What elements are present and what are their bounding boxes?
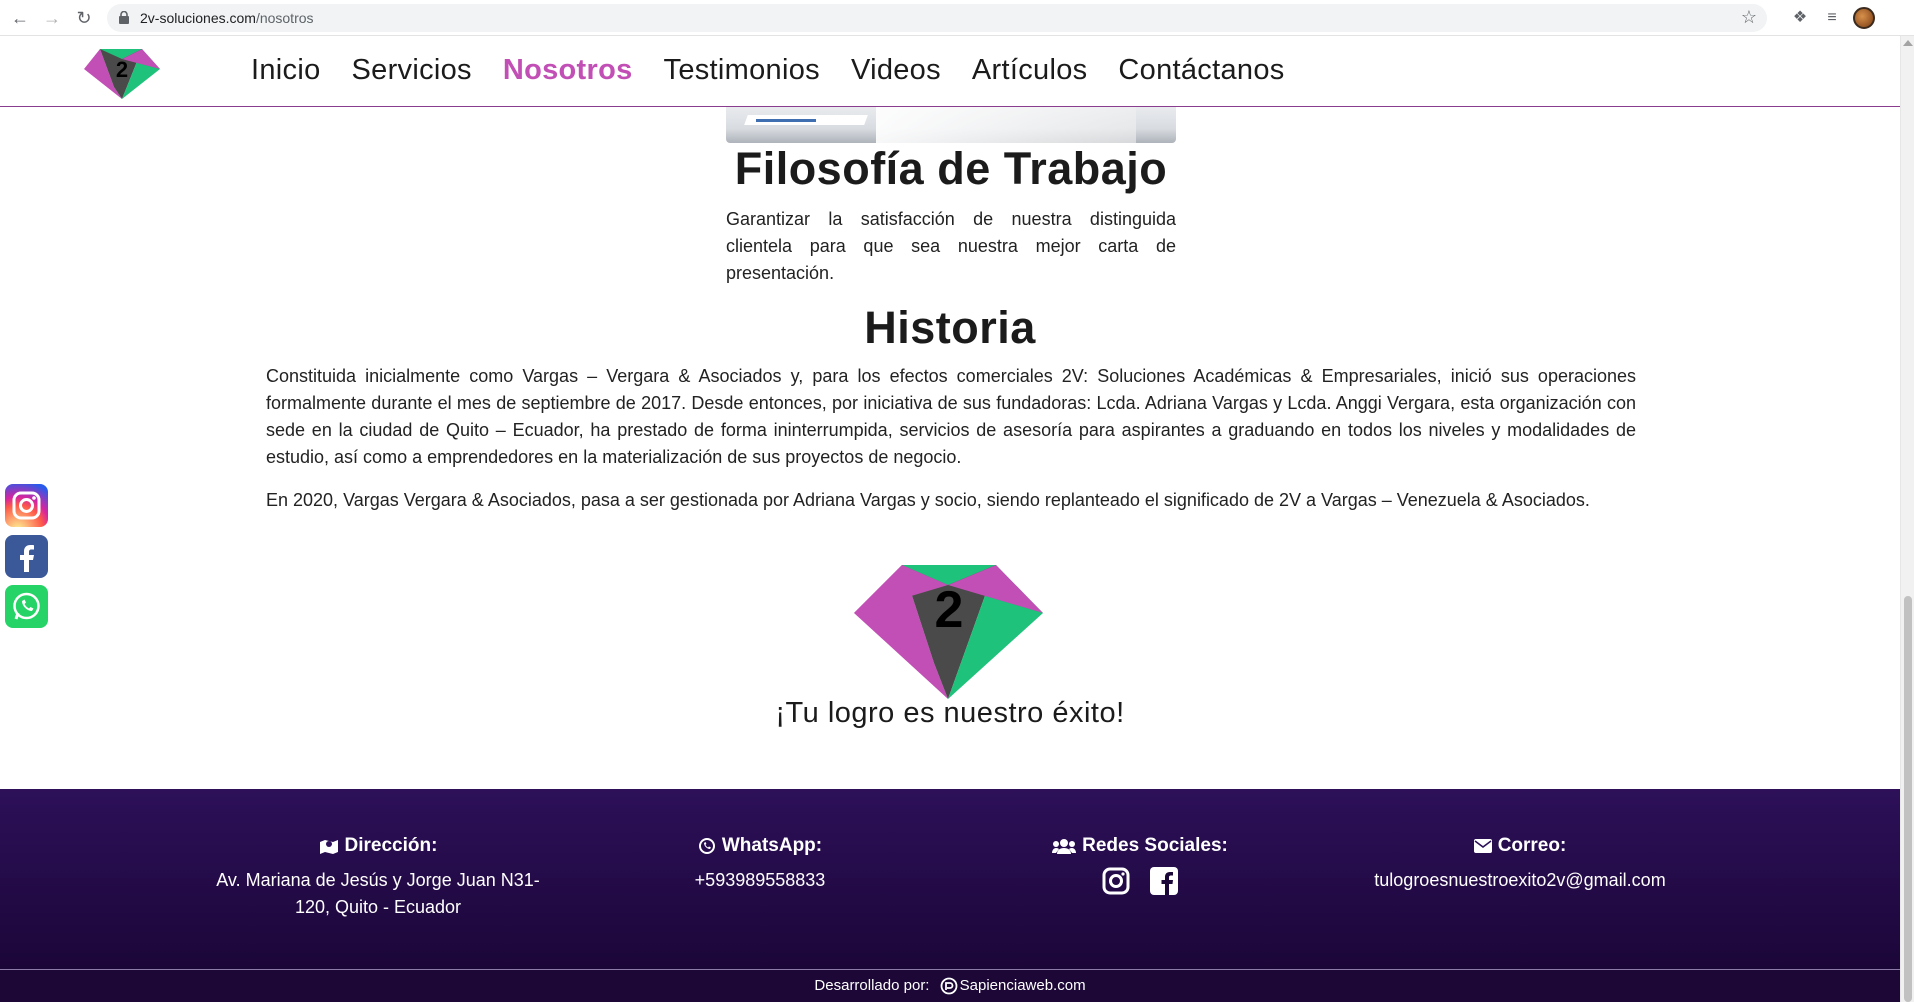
profile-avatar[interactable] xyxy=(1853,7,1875,29)
site-header: 2 Inicio Servicios Nosotros Testimonios … xyxy=(0,36,1900,107)
nav-inicio[interactable]: Inicio xyxy=(251,54,321,87)
brand-logo: 2 xyxy=(854,565,1043,699)
historia-paragraph-1: Constituida inicialmente como Vargas – V… xyxy=(266,366,1636,467)
site-footer: Dirección: Av. Mariana de Jesús y Jorge … xyxy=(0,789,1900,969)
map-icon xyxy=(319,840,338,854)
nav-articulos[interactable]: Artículos xyxy=(972,54,1088,87)
forward-arrow-icon[interactable]: → xyxy=(40,6,64,30)
nav-nosotros[interactable]: Nosotros xyxy=(503,54,633,87)
address-bar[interactable]: 2v-soluciones.com/nosotros ☆ xyxy=(107,4,1767,32)
nav-contactanos[interactable]: Contáctanos xyxy=(1118,54,1284,87)
whatsapp-number[interactable]: +593989558833 xyxy=(660,867,860,894)
nav-videos[interactable]: Videos xyxy=(851,54,941,87)
main-navigation: Inicio Servicios Nosotros Testimonios Vi… xyxy=(251,54,1316,87)
developed-by-label: Desarrollado por: xyxy=(814,977,930,994)
url-text: 2v-soluciones.com/nosotros xyxy=(140,10,314,26)
footer-redes: Redes Sociales: xyxy=(1030,835,1250,895)
historia-paragraph-2: En 2020, Vargas Vergara & Asociados, pas… xyxy=(266,490,1590,510)
historia-heading: Historia xyxy=(864,302,1036,353)
scrollbar-thumb[interactable] xyxy=(1904,596,1912,1002)
lock-icon xyxy=(119,11,129,24)
svg-text:2: 2 xyxy=(116,57,128,82)
reading-list-icon[interactable]: ≡ xyxy=(1820,6,1844,30)
correo-value[interactable]: tulogroesnuestroexito2v@gmail.com xyxy=(1340,867,1700,894)
filosofia-text: Garantizar la satisfacción de nuestra di… xyxy=(726,209,1176,283)
facebook-icon[interactable] xyxy=(5,535,48,578)
svg-text:2: 2 xyxy=(935,581,964,639)
footer-direccion: Dirección: Av. Mariana de Jesús y Jorge … xyxy=(206,835,550,921)
envelope-icon xyxy=(1473,839,1492,853)
whatsapp-icon[interactable] xyxy=(5,585,48,628)
sapienciaweb-logo-icon xyxy=(940,977,958,995)
footer-whatsapp: WhatsApp: +593989558833 xyxy=(660,835,860,894)
office-photo xyxy=(726,107,1176,143)
developer-credit: Desarrollado por: Sapienciaweb.com xyxy=(0,969,1900,1002)
slogan: ¡Tu logro es nuestro éxito! xyxy=(775,697,1125,729)
reload-icon[interactable]: ↻ xyxy=(72,6,96,30)
footer-correo: Correo: tulogroesnuestroexito2v@gmail.co… xyxy=(1340,835,1700,894)
page-scrollbar[interactable] xyxy=(1900,36,1914,1002)
nav-testimonios[interactable]: Testimonios xyxy=(664,54,820,87)
whatsapp-small-icon xyxy=(698,838,715,854)
extensions-puzzle-icon[interactable]: ❖ xyxy=(1788,6,1812,30)
scroll-up-arrow-icon[interactable] xyxy=(1903,40,1913,46)
filosofia-heading: Filosofía de Trabajo xyxy=(734,143,1168,194)
back-arrow-icon[interactable]: ← xyxy=(8,6,32,30)
site-logo[interactable]: 2 xyxy=(80,43,164,101)
nav-servicios[interactable]: Servicios xyxy=(352,54,472,87)
developer-link[interactable]: Sapienciaweb.com xyxy=(960,977,1086,994)
bookmark-star-icon[interactable]: ☆ xyxy=(1741,7,1757,28)
browser-toolbar: ← → ↻ 2v-soluciones.com/nosotros ☆ ❖ ≡ xyxy=(0,0,1914,36)
instagram-icon[interactable] xyxy=(5,484,48,527)
users-icon xyxy=(1052,839,1077,854)
footer-instagram-icon[interactable] xyxy=(1102,867,1130,895)
footer-facebook-icon[interactable] xyxy=(1150,867,1178,895)
direccion-value: Av. Mariana de Jesús y Jorge Juan N31-12… xyxy=(216,870,540,917)
